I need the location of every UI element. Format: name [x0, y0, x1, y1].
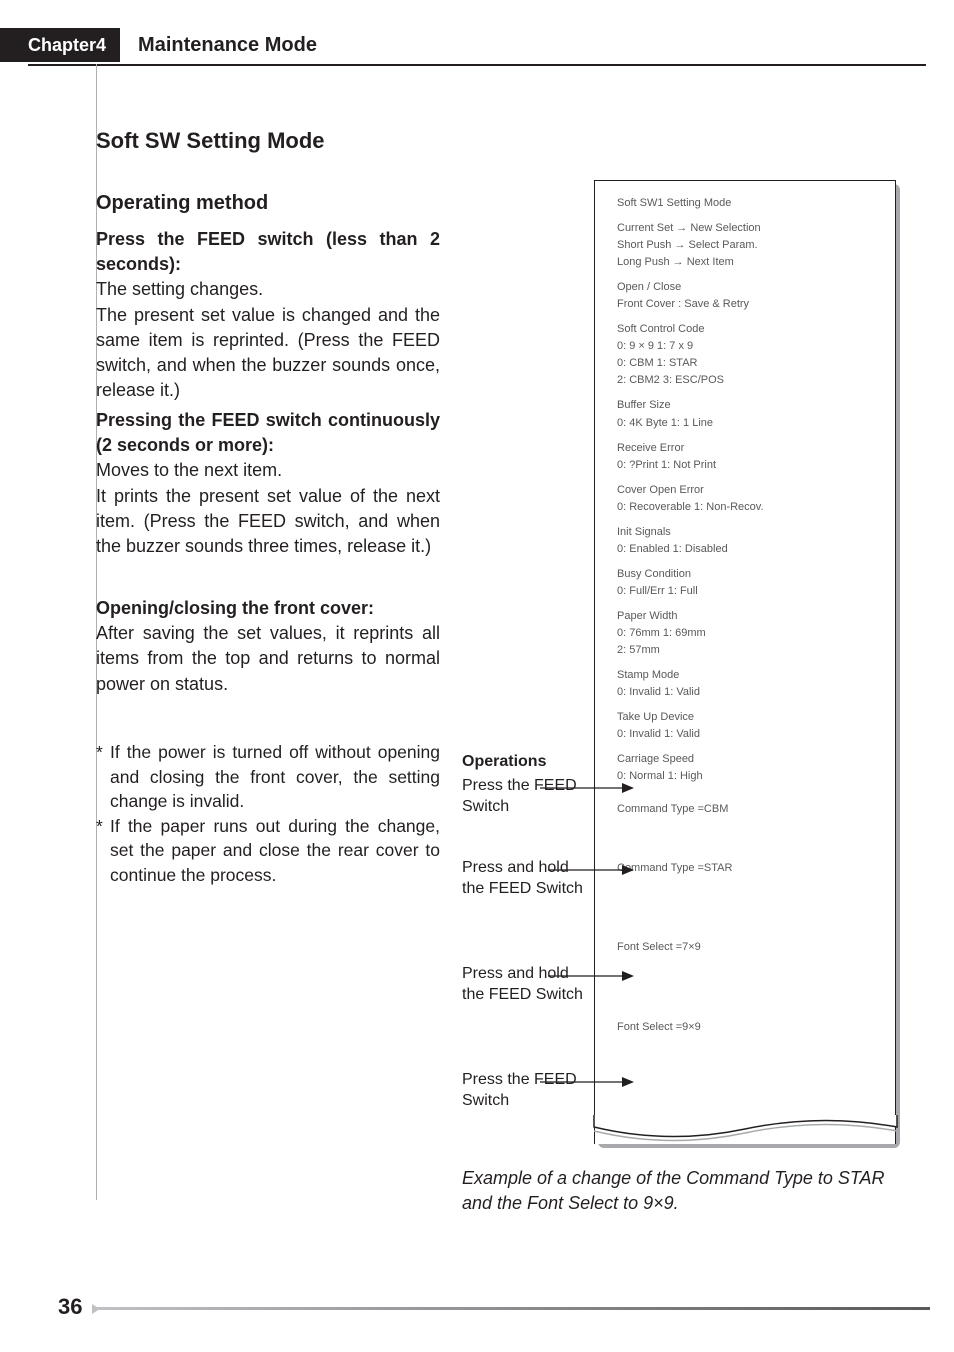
- instruction-lead: Press the FEED switch (less than 2 secon…: [96, 227, 440, 277]
- receipt-line: Long Push → Next Item: [617, 254, 877, 271]
- receipt-paper: Soft SW1 Setting Mode Current Set → New …: [594, 180, 896, 1144]
- receipt-line: 0: Full/Err 1: Full: [617, 583, 877, 600]
- receipt-line: Init Signals: [617, 524, 877, 541]
- receipt-line: Command Type =STAR: [617, 860, 877, 877]
- callout-arrow-icon: [548, 968, 640, 988]
- asterisk-icon: *: [96, 740, 110, 814]
- receipt-line: 2: CBM2 3: ESC/POS: [617, 372, 877, 389]
- instruction-text: After saving the set values, it reprints…: [96, 621, 440, 697]
- receipt-line: Front Cover : Save & Retry: [617, 296, 877, 313]
- instruction-block-2: Pressing the FEED switch continuously (2…: [96, 408, 440, 559]
- receipt-line: 0: 76mm 1: 69mm: [617, 625, 877, 642]
- callout-arrow-icon: [540, 780, 640, 800]
- receipt-line: 0: Enabled 1: Disabled: [617, 541, 877, 558]
- page-header: Chapter4 Maintenance Mode: [0, 28, 926, 62]
- callout-arrow-icon: [540, 1074, 640, 1094]
- receipt-line: Cover Open Error: [617, 482, 877, 499]
- receipt-line: Command Type =CBM: [617, 801, 877, 818]
- receipt-line: 0: Invalid 1: Valid: [617, 684, 877, 701]
- note-text: If the power is turned off without openi…: [110, 740, 440, 814]
- receipt-line: 0: ?Print 1: Not Print: [617, 457, 877, 474]
- receipt-line: Buffer Size: [617, 397, 877, 414]
- receipt-line: 0: CBM 1: STAR: [617, 355, 877, 372]
- receipt-line: 0: Recoverable 1: Non-Recov.: [617, 499, 877, 516]
- receipt-line: Font Select =7×9: [617, 939, 877, 956]
- receipt-line: Font Select =9×9: [617, 1019, 877, 1036]
- instruction-text: It prints the present set value of the n…: [96, 484, 440, 560]
- receipt-line: Carriage Speed: [617, 751, 877, 768]
- receipt-line: Busy Condition: [617, 566, 877, 583]
- callout-arrow-icon: [548, 862, 640, 882]
- subsection-heading: Operating method: [96, 192, 268, 215]
- receipt-line: 0: Normal 1: High: [617, 768, 877, 785]
- receipt-line: Current Set → New Selection: [617, 220, 877, 237]
- section-heading: Soft SW Setting Mode: [96, 128, 325, 154]
- header-rule: [28, 64, 926, 66]
- instruction-text: Moves to the next item.: [96, 458, 440, 483]
- receipt-line: 0: Invalid 1: Valid: [617, 726, 877, 743]
- instruction-block-1: Press the FEED switch (less than 2 secon…: [96, 227, 440, 403]
- operations-title: Operations: [462, 752, 590, 773]
- receipt-line: 0: 4K Byte 1: 1 Line: [617, 415, 877, 432]
- receipt-line: 0: 9 × 9 1: 7 x 9: [617, 338, 877, 355]
- figure-caption: Example of a change of the Command Type …: [462, 1166, 894, 1216]
- receipt-line: Short Push → Select Param.: [617, 237, 877, 254]
- receipt-line: Stamp Mode: [617, 667, 877, 684]
- receipt-line: Soft Control Code: [617, 321, 877, 338]
- instruction-block-3: Opening/closing the front cover: After s…: [96, 596, 440, 697]
- chapter-title: Maintenance Mode: [120, 34, 317, 57]
- instruction-text: The present set value is changed and the…: [96, 303, 440, 404]
- asterisk-icon: *: [96, 814, 110, 888]
- receipt-line: Receive Error: [617, 440, 877, 457]
- chapter-label: Chapter4: [28, 35, 106, 56]
- receipt-illustration: Soft SW1 Setting Mode Current Set → New …: [594, 180, 896, 1144]
- instruction-text: The setting changes.: [96, 277, 440, 302]
- notes-block: * If the power is turned off without ope…: [96, 740, 440, 887]
- chapter-tab: Chapter4: [0, 28, 120, 62]
- instruction-lead: Pressing the FEED switch continuously (2…: [96, 408, 440, 458]
- receipt-line: 2: 57mm: [617, 642, 877, 659]
- receipt-line: Paper Width: [617, 608, 877, 625]
- instruction-lead: Opening/closing the front cover:: [96, 596, 440, 621]
- receipt-tear-icon: [593, 1115, 898, 1145]
- page-number: 36: [58, 1294, 82, 1319]
- receipt-line: Open / Close: [617, 279, 877, 296]
- receipt-line: Take Up Device: [617, 709, 877, 726]
- page-footer: 36: [58, 1294, 926, 1318]
- note-text: If the paper runs out during the change,…: [110, 814, 440, 888]
- receipt-line: Soft SW1 Setting Mode: [617, 195, 877, 212]
